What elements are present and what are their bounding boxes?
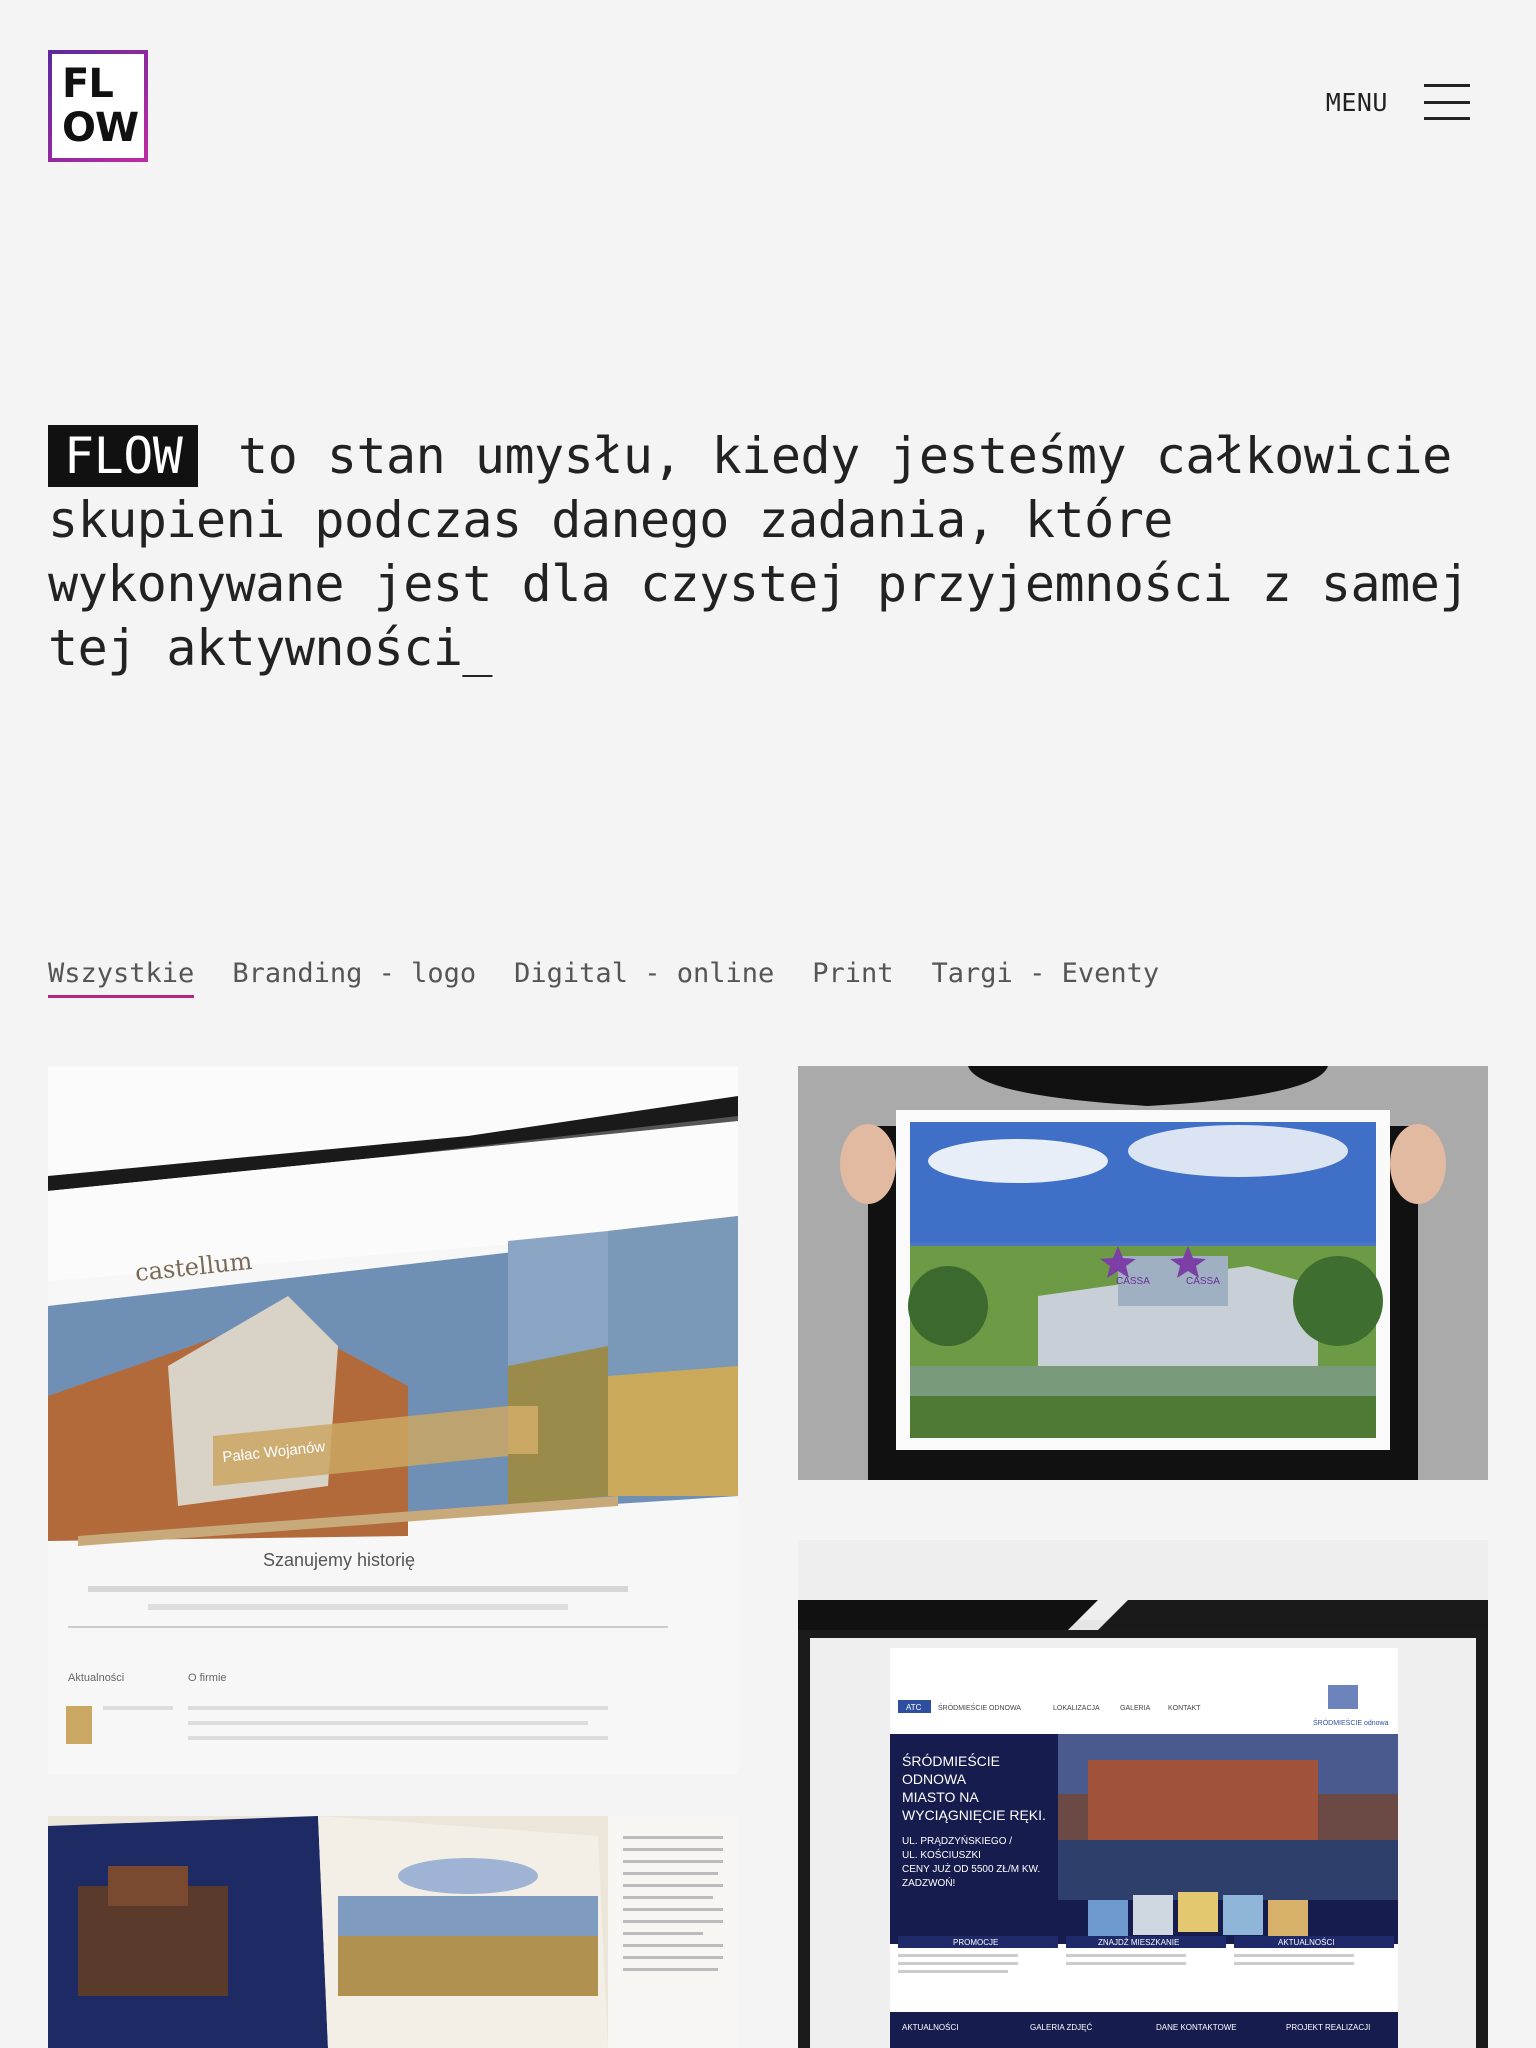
- castellum-col1-title: Aktualności: [68, 1672, 124, 1684]
- srod-footer-4: PROJEKT REALIZACJI: [1286, 2023, 1370, 2032]
- srodmiescie-mockup-image: ATC ŚRÓDMIEŚCIE ODNOWA LOKALIZACJA GALER…: [798, 1540, 1488, 2048]
- srod-logo-text: ŚRÓDMIEŚCIE odnowa: [1313, 1718, 1389, 1727]
- poster-sign-right: CASSA: [1186, 1276, 1220, 1287]
- portfolio-item-srodmiescie[interactable]: ATC ŚRÓDMIEŚCIE ODNOWA LOKALIZACJA GALER…: [798, 1540, 1488, 2048]
- logo-text-top: FL: [62, 61, 114, 107]
- castellum-heading: Szanujemy historię: [263, 1550, 415, 1570]
- menu-label: MENU: [1325, 87, 1388, 117]
- portfolio-filters: Wszystkie Branding - logo Digital - onli…: [48, 958, 1159, 998]
- srod-headline-2: ODNOWA: [902, 1771, 967, 1787]
- srod-address-2: UL. KOŚCIUSZKI: [902, 1848, 981, 1861]
- menu-toggle[interactable]: MENU: [1326, 84, 1470, 120]
- srod-box-2: ZNAJDŹ MIESZKANIE: [1098, 1938, 1179, 1947]
- srod-address-1: UL. PRĄDZYŃSKIEGO /: [902, 1834, 1012, 1847]
- portfolio-item-castellum[interactable]: castellum Pałac Wojanów Szanujemy histor…: [48, 1066, 738, 1774]
- srod-headline-3: MIASTO NA: [902, 1789, 979, 1805]
- srod-box-3: AKTUALNOŚCI: [1278, 1938, 1334, 1947]
- hero-tag: FLOW: [48, 425, 199, 487]
- srod-headline-1: ŚRÓDMIEŚCIE: [902, 1752, 1000, 1769]
- srod-nav-1: ŚRÓDMIEŚCIE ODNOWA: [938, 1703, 1021, 1712]
- hero-statement: FLOW to stan umysłu, kiedy jesteśmy całk…: [48, 424, 1498, 680]
- poster-mockup-image: CASSA CASSA: [798, 1066, 1488, 1480]
- srod-nav-badge: ATC: [906, 1703, 922, 1712]
- srod-nav-2: LOKALIZACJA: [1053, 1705, 1100, 1712]
- poster-sign-left: CASSA: [1116, 1276, 1150, 1287]
- hero-text: to stan umysłu, kiedy jesteśmy całkowici…: [48, 427, 1469, 677]
- filter-print[interactable]: Print: [812, 958, 893, 998]
- hamburger-icon[interactable]: [1424, 84, 1470, 120]
- srod-address-4: ZADZWOŃ!: [902, 1876, 955, 1889]
- srod-nav-3: GALERIA: [1120, 1705, 1151, 1712]
- castellum-mockup-image: castellum Pałac Wojanów Szanujemy histor…: [48, 1066, 738, 1774]
- portfolio-item-brochure[interactable]: [48, 1816, 738, 2048]
- filter-digital[interactable]: Digital - online: [514, 958, 774, 998]
- srod-headline-4: WYCIĄGNIĘCIE RĘKI.: [902, 1807, 1046, 1823]
- srod-footer-3: DANE KONTAKTOWE: [1156, 2023, 1237, 2032]
- srod-footer-2: GALERIA ZDJĘĆ: [1030, 2023, 1092, 2032]
- logo[interactable]: FL OW: [48, 50, 148, 162]
- srod-address-3: CENY JUŻ OD 5500 ZŁ/M KW.: [902, 1862, 1040, 1875]
- filter-wszystkie[interactable]: Wszystkie: [48, 958, 195, 998]
- filter-targi[interactable]: Targi - Eventy: [932, 958, 1160, 998]
- srod-footer-1: AKTUALNOŚCI: [902, 2023, 958, 2032]
- castellum-col2-title: O firmie: [188, 1672, 227, 1684]
- brochure-mockup-image: [48, 1816, 738, 2048]
- srod-nav-4: KONTAKT: [1168, 1705, 1201, 1712]
- srod-box-1: PROMOCJE: [953, 1938, 998, 1947]
- portfolio-item-poster[interactable]: CASSA CASSA: [798, 1066, 1488, 1480]
- filter-branding[interactable]: Branding - logo: [232, 958, 476, 998]
- logo-text-bottom: OW: [62, 105, 139, 151]
